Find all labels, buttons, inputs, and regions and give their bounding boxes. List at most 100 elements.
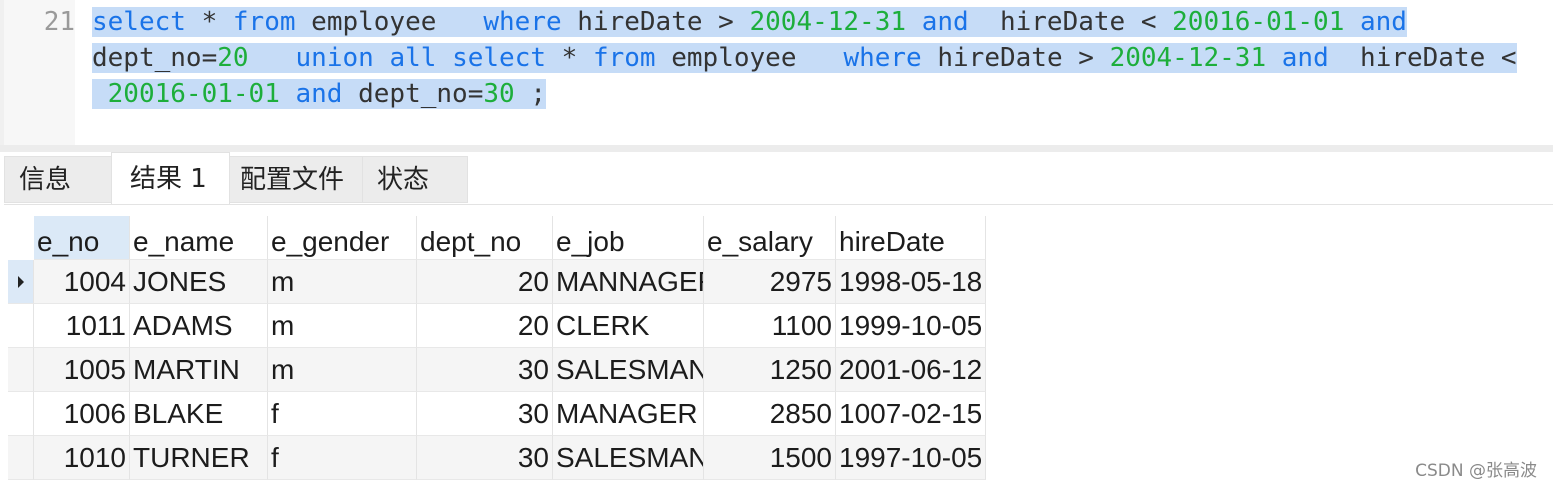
table-cell[interactable]: 1010	[34, 436, 130, 480]
table-cell[interactable]: 1999-10-05	[836, 304, 986, 348]
sql-text: ;	[514, 79, 546, 109]
tab-status[interactable]: 状态	[362, 156, 468, 203]
table-cell[interactable]: 1998-05-18	[836, 260, 986, 304]
sql-text: *	[546, 43, 593, 73]
table-cell[interactable]: m	[268, 348, 417, 392]
table-row[interactable]: 1010 TURNER f 30 SALESMAN 1500 1997-10-05	[8, 436, 986, 480]
sql-text: hireDate >	[561, 7, 750, 37]
row-selector[interactable]	[8, 392, 34, 436]
sql-text: hireDate <	[968, 7, 1173, 37]
sql-text: *	[185, 7, 233, 37]
table-cell[interactable]: 1011	[34, 304, 130, 348]
table-row[interactable]: 1004 JONES m 20 MANNAGER 2975 1998-05-18	[8, 260, 986, 304]
sql-code[interactable]: select * from employee where hireDate > …	[92, 4, 1517, 112]
table-cell[interactable]: 30	[417, 436, 553, 480]
table-cell[interactable]: ADAMS	[130, 304, 268, 348]
code-line: 20016-01-01 and dept_no=30 ;	[92, 76, 1517, 112]
sql-literal: 20	[217, 43, 249, 73]
tab-label: 结果 1	[130, 164, 207, 194]
sql-keyword: from	[232, 7, 296, 37]
table-cell[interactable]: TURNER	[130, 436, 268, 480]
selected-text: 20016-01-01 and dept_no=30 ;	[92, 79, 546, 109]
tab-label: 状态	[377, 165, 430, 195]
sql-keyword: union	[295, 43, 374, 73]
table-cell[interactable]: BLAKE	[130, 392, 268, 436]
table-row[interactable]: 1005 MARTIN m 30 SALESMAN 1250 2001-06-12	[8, 348, 986, 392]
sql-text: hireDate >	[921, 43, 1110, 73]
table-cell[interactable]: SALESMAN	[553, 436, 704, 480]
table-cell[interactable]: JONES	[130, 260, 268, 304]
sql-editor[interactable]: 21 select * from employee where hireDate…	[0, 0, 1553, 145]
tab-result-1[interactable]: 结果 1	[111, 152, 230, 204]
table-cell[interactable]: m	[268, 260, 417, 304]
sql-keyword: and	[1360, 7, 1407, 37]
table-cell[interactable]: 1100	[704, 304, 836, 348]
table-cell[interactable]: CLERK	[553, 304, 704, 348]
sql-text: hireDate <	[1328, 43, 1517, 73]
sql-keyword: and	[921, 7, 969, 37]
sql-literal: 2004-12-31	[1109, 43, 1267, 73]
sql-keyword: where	[843, 43, 922, 73]
table-row[interactable]: 1011 ADAMS m 20 CLERK 1100 1999-10-05	[8, 304, 986, 348]
table-cell[interactable]: 20	[417, 260, 553, 304]
table-cell[interactable]: SALESMAN	[553, 348, 704, 392]
line-number-gutter: 21	[4, 0, 75, 145]
table-cell[interactable]: 20	[417, 304, 553, 348]
column-header-e-job[interactable]: e_job	[553, 216, 704, 260]
row-selector[interactable]	[8, 348, 34, 392]
column-header-e-name[interactable]: e_name	[130, 216, 268, 260]
sql-text: employee	[295, 7, 484, 37]
column-header-dept-no[interactable]: dept_no	[417, 216, 553, 260]
table-cell[interactable]: 1007-02-15	[836, 392, 986, 436]
table-cell[interactable]: MANAGER	[553, 392, 704, 436]
row-selector[interactable]	[8, 260, 34, 304]
column-header-hireDate[interactable]: hireDate	[836, 216, 986, 260]
row-selector[interactable]	[8, 304, 34, 348]
sql-keyword: and	[1281, 43, 1329, 73]
sql-literal: 20016-01-01	[107, 79, 280, 109]
table-cell[interactable]: 1005	[34, 348, 130, 392]
table-cell[interactable]: m	[268, 304, 417, 348]
column-header-e-no[interactable]: e_no	[34, 216, 130, 260]
column-header-e-gender[interactable]: e_gender	[268, 216, 417, 260]
table-cell[interactable]: 2001-06-12	[836, 348, 986, 392]
code-line: select * from employee where hireDate > …	[92, 4, 1517, 40]
sql-text: dept_no=	[92, 43, 218, 73]
table-cell[interactable]: 1500	[704, 436, 836, 480]
result-tabs: 信息 结果 1 配置文件 状态	[4, 152, 1553, 205]
sql-text: dept_no=	[342, 79, 484, 109]
sql-keyword: where	[483, 7, 562, 37]
table-cell[interactable]: 30	[417, 392, 553, 436]
table-cell[interactable]: f	[268, 436, 417, 480]
table-cell[interactable]: 30	[417, 348, 553, 392]
table-cell[interactable]: 1250	[704, 348, 836, 392]
tab-profile[interactable]: 配置文件	[229, 156, 363, 203]
line-number: 21	[43, 7, 75, 37]
tab-label: 信息	[19, 165, 72, 195]
column-header-e-salary[interactable]: e_salary	[704, 216, 836, 260]
pane-separator[interactable]	[0, 145, 1553, 152]
table-cell[interactable]: 1006	[34, 392, 130, 436]
table-cell[interactable]: f	[268, 392, 417, 436]
selected-text: dept_no=20 union all select * from emplo…	[92, 43, 1517, 73]
table-cell[interactable]: MARTIN	[130, 348, 268, 392]
sql-keyword: select	[92, 7, 186, 37]
table-cell[interactable]: 2975	[704, 260, 836, 304]
row-selector[interactable]	[8, 436, 34, 480]
selected-text: select * from employee where hireDate > …	[92, 7, 1407, 37]
table-cell[interactable]: 1004	[34, 260, 130, 304]
table-cell[interactable]: MANNAGER	[553, 260, 704, 304]
table-cell[interactable]: 2850	[704, 392, 836, 436]
table-cell[interactable]: 1997-10-05	[836, 436, 986, 480]
table-row[interactable]: 1006 BLAKE f 30 MANAGER 2850 1007-02-15	[8, 392, 986, 436]
sql-text: employee	[655, 43, 844, 73]
sql-keyword: all	[389, 43, 437, 73]
sql-keyword: select	[452, 43, 546, 73]
tab-info[interactable]: 信息	[4, 156, 112, 203]
